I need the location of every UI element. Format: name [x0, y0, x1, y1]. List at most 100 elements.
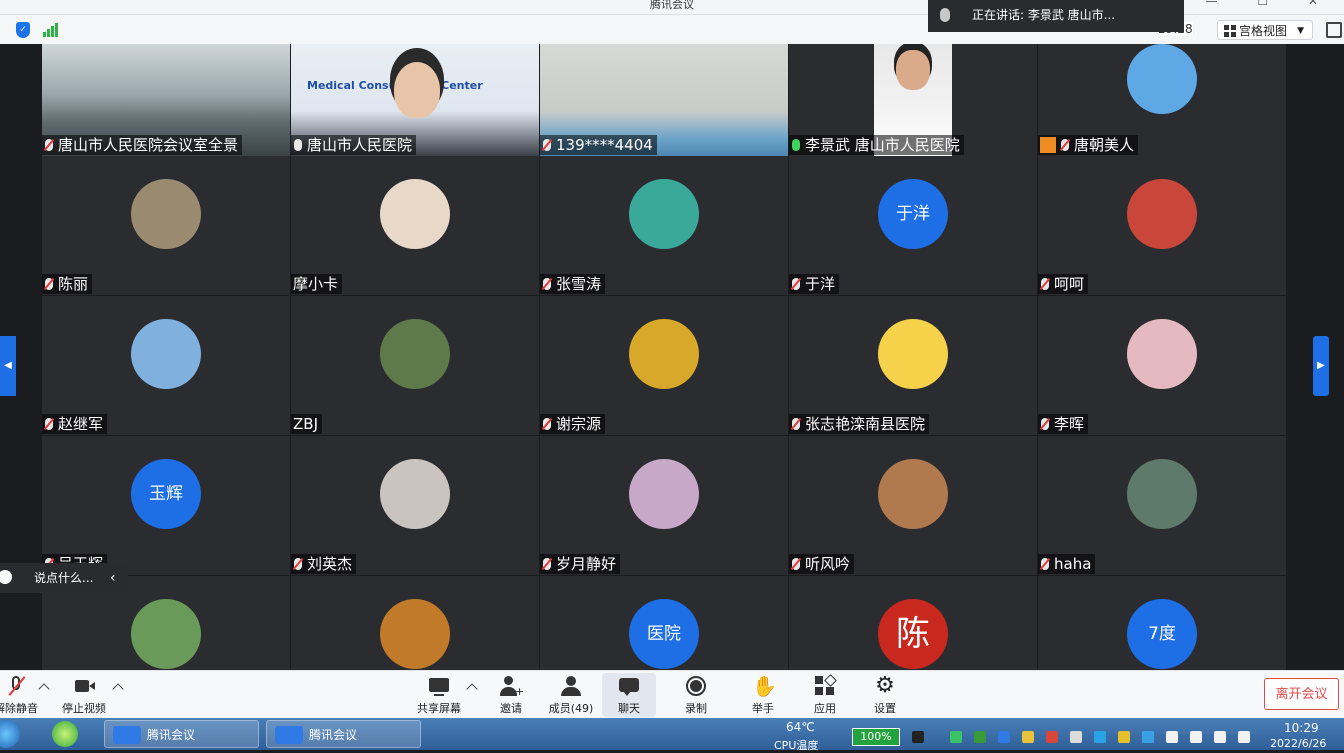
leave-meeting-button[interactable]: 离开会议: [1264, 678, 1339, 710]
participant-tile[interactable]: 赵继军: [42, 296, 290, 435]
avatar: [629, 179, 699, 249]
window-controls[interactable]: — ☐ ✕: [1206, 0, 1336, 8]
network-signal-icon[interactable]: [43, 23, 59, 37]
browser-icon[interactable]: [52, 721, 78, 747]
participant-tile[interactable]: 7度: [1038, 576, 1286, 670]
stop-video-button[interactable]: 停止视频: [58, 673, 110, 716]
grid-view-button[interactable]: 宫格视图 ▼: [1217, 20, 1313, 40]
participant-tile[interactable]: 岁月静好: [540, 436, 788, 575]
clock-time[interactable]: 10:29: [1284, 721, 1319, 735]
participant-tile[interactable]: 听风吟: [789, 436, 1037, 575]
taskbar-item-meeting-2[interactable]: 腾讯会议: [266, 720, 421, 748]
chat-button[interactable]: 聊天: [602, 673, 656, 717]
unmute-button[interactable]: 解除静音: [0, 673, 38, 716]
participant-name-text: 张雪涛: [556, 275, 602, 293]
tray-app-icon[interactable]: [1046, 731, 1058, 743]
avatar: [380, 319, 450, 389]
settings-label: 设置: [874, 702, 896, 715]
participant-name-text: 听风吟: [805, 555, 851, 573]
participant-tile[interactable]: 刘英杰: [291, 436, 539, 575]
participant-tile[interactable]: 陈: [789, 576, 1037, 670]
share-screen-button[interactable]: 共享屏幕: [414, 673, 464, 716]
avatar: [380, 599, 450, 669]
participant-name: 李晖: [1038, 414, 1089, 434]
tray-app-icon[interactable]: [1118, 731, 1130, 743]
muted-mic-icon: [1061, 139, 1069, 151]
os-taskbar: 腾讯会议 腾讯会议 64℃ CPU温度 100% 10:29 2022/6/26: [0, 718, 1344, 752]
speaking-text: 正在讲话: 李景武 唐山市...: [972, 8, 1116, 22]
muted-mic-icon: [45, 418, 53, 430]
participant-name-text: haha: [1054, 555, 1092, 573]
audio-options-chevron-icon[interactable]: [38, 683, 50, 695]
participant-tile[interactable]: Medical Consultation Center唐山市人民医院: [291, 44, 539, 156]
participant-tile[interactable]: 于洋 于洋: [789, 156, 1037, 295]
participant-tile[interactable]: 139****4404: [540, 44, 788, 156]
grid-view-label: 宫格视图: [1239, 24, 1288, 38]
prev-page-arrow-icon[interactable]: ◀: [0, 336, 16, 396]
raise-hand-button[interactable]: ✋ 举手: [746, 673, 780, 716]
network-icon[interactable]: [1214, 731, 1226, 743]
record-button[interactable]: 录制: [680, 673, 712, 716]
members-button[interactable]: 成员(49): [546, 673, 596, 716]
participant-tile[interactable]: 玉辉吴玉辉: [42, 436, 290, 575]
printer-icon[interactable]: [1070, 731, 1082, 743]
participant-tile[interactable]: 张志艳滦南县医院: [789, 296, 1037, 435]
participant-name: 于洋: [789, 274, 840, 294]
taskbar-item-meeting-1[interactable]: 腾讯会议: [104, 720, 259, 748]
speaking-indicator: 正在讲话: 李景武 唐山市...: [928, 0, 1184, 32]
participant-tile[interactable]: 呵呵: [1038, 156, 1286, 295]
muted-mic-icon: [792, 278, 800, 290]
tray-app-icon[interactable]: [1142, 731, 1154, 743]
participant-tile[interactable]: 李景武 唐山市人民医院: [789, 44, 1037, 156]
participant-name: 谢宗源: [540, 414, 606, 434]
avatar: 于洋: [878, 179, 948, 249]
muted-mic-icon: [1041, 558, 1049, 570]
security-icon[interactable]: [974, 731, 986, 743]
avatar: [629, 459, 699, 529]
participant-name-text: 唐山市人民医院: [307, 136, 413, 154]
fullscreen-icon[interactable]: [1326, 22, 1342, 38]
participant-tile[interactable]: ZBJ: [291, 296, 539, 435]
participant-tile[interactable]: 张雪涛: [540, 156, 788, 295]
share-screen-label: 共享屏幕: [417, 702, 461, 715]
battery-indicator[interactable]: 100%: [852, 728, 900, 746]
apps-button[interactable]: 应用: [808, 673, 842, 716]
participant-tile[interactable]: 唐朝美人: [1038, 44, 1286, 156]
tray-app-icon[interactable]: [1022, 731, 1034, 743]
volume-icon[interactable]: [1238, 731, 1250, 743]
camera-icon: [73, 675, 95, 697]
mic-icon: [294, 139, 302, 151]
participant-tile[interactable]: 谢宗源: [540, 296, 788, 435]
share-options-chevron-icon[interactable]: [466, 683, 478, 695]
flag-icon[interactable]: [1166, 731, 1178, 743]
participant-tile[interactable]: [291, 576, 539, 670]
participant-name-text: 唐朝美人: [1074, 136, 1135, 154]
collapse-chevron-icon[interactable]: ‹: [110, 563, 116, 593]
meeting-tray-icon[interactable]: [998, 731, 1010, 743]
invite-button[interactable]: + 邀请: [494, 673, 528, 716]
host-badge-icon: [1040, 137, 1056, 153]
video-options-chevron-icon[interactable]: [112, 683, 124, 695]
tray-app-icon[interactable]: [1094, 731, 1106, 743]
power-icon[interactable]: [912, 731, 924, 743]
start-menu-icon[interactable]: [0, 720, 20, 748]
participant-name: 刘英杰: [291, 554, 357, 574]
grid-icon: [1224, 25, 1236, 37]
security-shield-icon[interactable]: ✓: [16, 22, 30, 38]
participant-tile[interactable]: 医院: [540, 576, 788, 670]
participant-tile[interactable]: 陈丽: [42, 156, 290, 295]
clock-date[interactable]: 2022/6/26: [1270, 737, 1326, 750]
next-page-arrow-icon[interactable]: ▶: [1313, 336, 1329, 396]
emoji-icon[interactable]: [0, 570, 12, 584]
tray-app-icon[interactable]: [1190, 731, 1202, 743]
hand-icon: ✋: [752, 674, 777, 698]
muted-mic-icon: [792, 558, 800, 570]
participant-tile[interactable]: 唐山市人民医院会议室全景: [42, 44, 290, 156]
participant-tile[interactable]: 摩小卡: [291, 156, 539, 295]
chat-quick-input[interactable]: 说点什么... ‹: [0, 563, 128, 593]
participant-tile[interactable]: 李晖: [1038, 296, 1286, 435]
muted-mic-icon: [45, 139, 53, 151]
participant-tile[interactable]: haha: [1038, 436, 1286, 575]
settings-button[interactable]: ⚙ 设置: [868, 673, 902, 716]
wechat-icon[interactable]: [950, 731, 962, 743]
